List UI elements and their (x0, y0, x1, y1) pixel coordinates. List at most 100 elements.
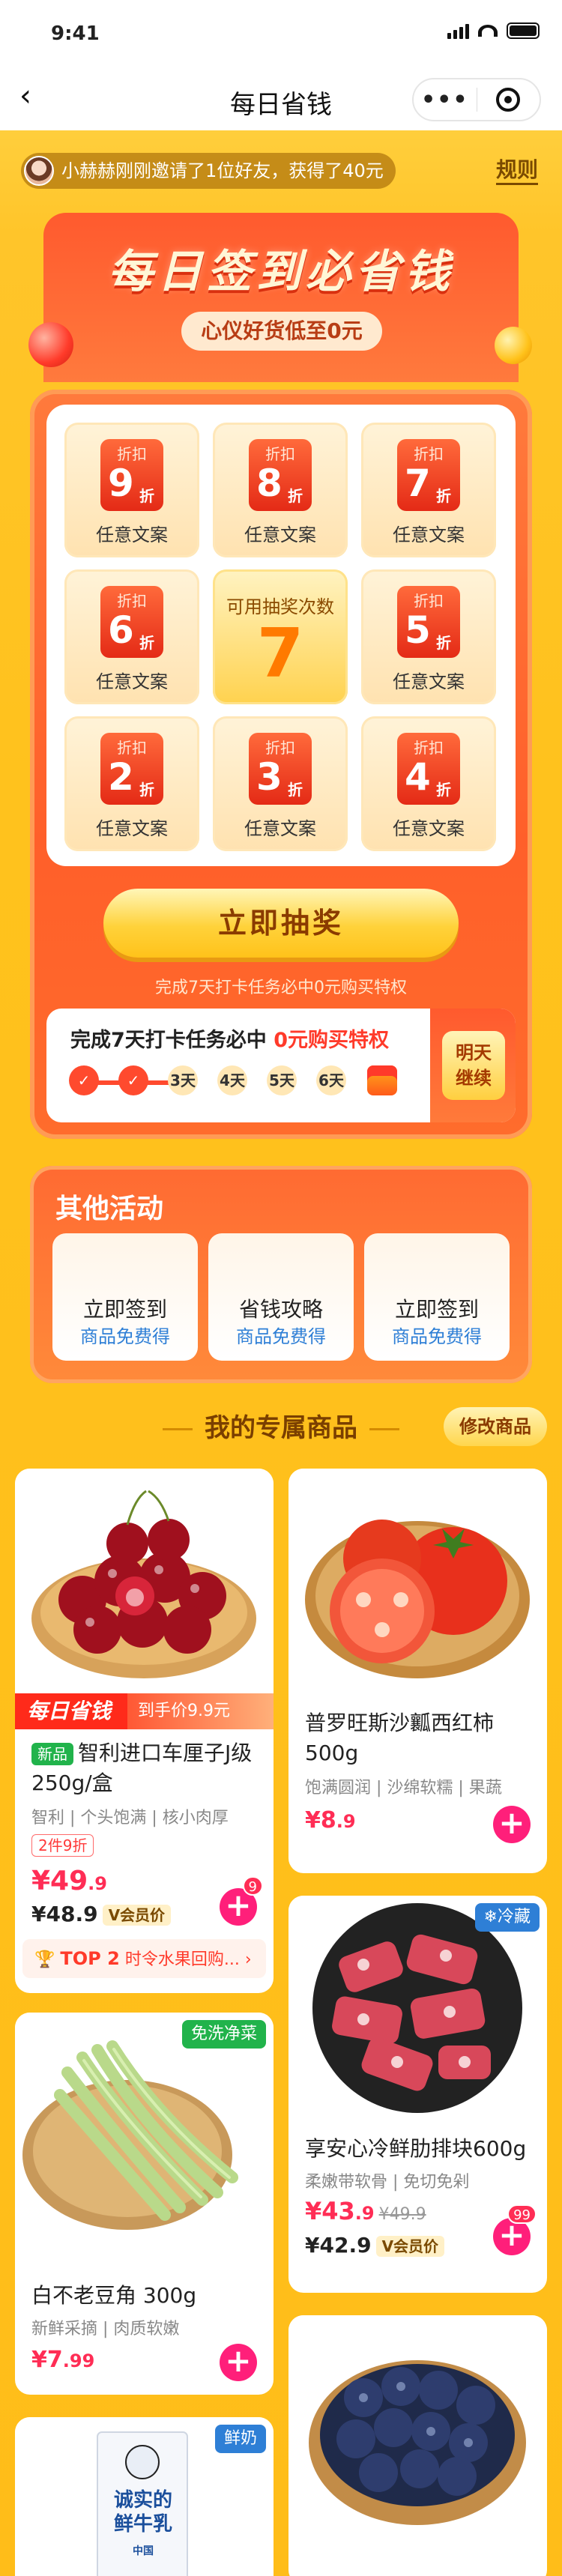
vip-tag: V会员价 (375, 2236, 445, 2257)
product-price: ¥49.9 (31, 1866, 107, 1896)
check-icon: ✓ (118, 1065, 148, 1095)
prize-cell: 折扣 2 折 任意文案 (64, 716, 199, 851)
discount-number: 3 (256, 755, 282, 799)
product-desc: 柔嫩带软骨 | 免切免剁 (305, 2173, 470, 2192)
prize-text: 任意文案 (244, 524, 316, 545)
milk-pack-line-3: 中国 (133, 2545, 154, 2557)
product-title: 新品 智利进口车厘子J级250g/盒 (31, 1738, 260, 1798)
discount-tag-label: 折扣 (265, 739, 295, 757)
rules-link[interactable]: 规则 (495, 157, 538, 185)
product-price: ¥43.9 ¥49.9 (305, 2197, 426, 2225)
cart-count-badge: 99 (507, 2204, 537, 2224)
activity-card[interactable]: 立即签到 商品免费得 (52, 1233, 198, 1361)
red-coin-decoration-icon (28, 322, 73, 367)
product-price: ¥8.9 (305, 1807, 356, 1833)
price-decimal: .99 (62, 2350, 95, 2371)
blueberry-image (309, 2360, 526, 2525)
prize-text: 任意文案 (96, 524, 168, 545)
discount-number: 8 (256, 462, 282, 505)
modify-products-button[interactable]: 修改商品 (444, 1407, 547, 1446)
discount-unit: 折 (139, 634, 154, 652)
cart-count-badge: 9 (242, 1876, 263, 1896)
task-title: 完成7天打卡任务必中 0元购买特权 (70, 1024, 389, 1053)
checkin-task-card: 完成7天打卡任务必中 0元购买特权 ✓ ✓ 3天 4天 5天 6天 明天 继续 (46, 1009, 516, 1122)
activity-card[interactable]: 立即签到 商品免费得 (364, 1233, 510, 1361)
discount-tag: 折扣 7 折 (397, 439, 460, 511)
more-icon[interactable]: ••• (414, 87, 477, 113)
product-title: 白不老豆角 300g (31, 2283, 197, 2308)
task-side-panel: 明天 继续 (430, 1009, 516, 1122)
discount-unit: 折 (139, 487, 154, 505)
hero-banner: 每日签到必省钱 心仪好货低至0元 (43, 213, 519, 382)
discount-tag-label: 折扣 (117, 739, 147, 757)
rank-banner[interactable]: 🏆 TOP 2 时令水果回购... › (22, 1939, 266, 1978)
continue-line-1: 明天 (456, 1042, 492, 1063)
prize-cell: 折扣 9 折 任意文案 (64, 423, 199, 557)
price-main: ¥7 (31, 2347, 63, 2373)
product-image-tomato (288, 1469, 547, 1693)
prize-cell: 折扣 4 折 任意文案 (361, 716, 496, 851)
vip-price-value: ¥42.9 (305, 2233, 372, 2258)
product-card-blueberry[interactable] (288, 2315, 547, 2576)
activity-card-title: 立即签到 (82, 1297, 167, 1322)
product-title: 享安心冷鲜肋排块600g (305, 2136, 527, 2161)
discount-tag: 折扣 2 折 (100, 733, 163, 805)
prize-text: 任意文案 (393, 524, 465, 545)
final-price-label: 到手价9.9元 (138, 1702, 230, 1720)
hero-subtitle: 心仪好货低至0元 (181, 312, 382, 351)
prize-text: 任意文案 (244, 818, 316, 839)
discount-number: 6 (108, 608, 134, 652)
discount-unit: 折 (436, 487, 451, 505)
rank-text: 时令水果回购... (124, 1950, 240, 1969)
storage-badge: ❄冷藏 (474, 1903, 540, 1932)
product-card-bean[interactable]: 免洗净菜 白不老豆角 300g 新鲜采摘 | 肉质软嫩 ¥7.99 + (15, 2013, 274, 2395)
gold-coin-decoration-icon (495, 327, 532, 364)
discount-unit: 折 (436, 634, 451, 652)
discount-tag: 折扣 5 折 (397, 586, 460, 658)
prize-cell: 折扣 8 折 任意文案 (213, 423, 348, 557)
product-price: ¥7.99 (31, 2347, 94, 2373)
discount-tag: 折扣 3 折 (249, 733, 312, 805)
discount-tag-label: 折扣 (265, 445, 295, 463)
discount-tag: 折扣 6 折 (100, 586, 163, 658)
add-to-cart-button[interactable]: + (493, 1806, 531, 1843)
prize-cell: 折扣 7 折 任意文案 (361, 423, 496, 557)
discount-tag: 折扣 8 折 (249, 439, 312, 511)
invite-notice-text: 小赫赫刚刚邀请了1位好友，获得了40元 (61, 160, 384, 181)
discount-unit: 折 (139, 781, 154, 799)
daily-saving-label: 每日省钱 (15, 1693, 127, 1729)
add-to-cart-button[interactable]: + (220, 2344, 257, 2381)
product-card-ribs[interactable]: ❄冷藏 享安心冷鲜肋排块600g 柔嫩带软骨 | 免切免剁 ¥43.9 ¥49.9… (288, 1896, 547, 2293)
draw-button[interactable]: 立即抽奖 (103, 889, 459, 958)
activity-card[interactable]: 省钱攻略 商品免费得 (208, 1233, 354, 1361)
cherry-image (31, 1490, 256, 1678)
signal-icon (447, 22, 469, 39)
prize-text: 任意文案 (393, 671, 465, 692)
discount-tag: 折扣 9 折 (100, 439, 163, 511)
price-decimal: .9 (336, 1811, 356, 1832)
prewashed-badge: 免洗净菜 (181, 2020, 266, 2049)
prize-text: 任意文案 (393, 818, 465, 839)
day-step: 4天 (217, 1065, 247, 1095)
product-card-milk[interactable]: 诚实的 鲜牛乳 中国 鲜奶 (15, 2417, 274, 2576)
continue-tomorrow-button[interactable]: 明天 继续 (442, 1031, 505, 1100)
status-icons (447, 22, 540, 39)
tomato-image (305, 1520, 530, 1678)
chevron-right-icon: › (244, 1950, 252, 1969)
gift-icon (367, 1065, 397, 1095)
product-card-tomato[interactable]: 普罗旺斯沙瓤西红柿500g 饱满圆润 | 沙绵软糯 | 果蔬 ¥8.9 + (288, 1469, 547, 1873)
vip-price-value: ¥48.9 (31, 1902, 98, 1926)
price-decimal: .9 (88, 1873, 107, 1894)
activity-card-title: 省钱攻略 (238, 1297, 323, 1322)
day-step: 6天 (316, 1065, 346, 1095)
product-title: 普罗旺斯沙瓤西红柿500g (305, 1711, 495, 1765)
product-desc: 智利 | 个头饱满 | 核小肉厚 (31, 1809, 229, 1827)
avatar (24, 156, 54, 186)
title-dash (163, 1428, 193, 1430)
trophy-icon: 🏆 (34, 1950, 55, 1969)
close-miniprogram-button[interactable] (477, 88, 540, 112)
discount-tag-label: 折扣 (414, 592, 444, 610)
activity-card-title: 立即签到 (394, 1297, 479, 1322)
storage-badge-text: 冷藏 (497, 1908, 531, 1926)
product-card-cherry[interactable]: 每日省钱 到手价9.9元 新品 智利进口车厘子J级250g/盒 智利 | 个头饱满… (15, 1469, 274, 1993)
